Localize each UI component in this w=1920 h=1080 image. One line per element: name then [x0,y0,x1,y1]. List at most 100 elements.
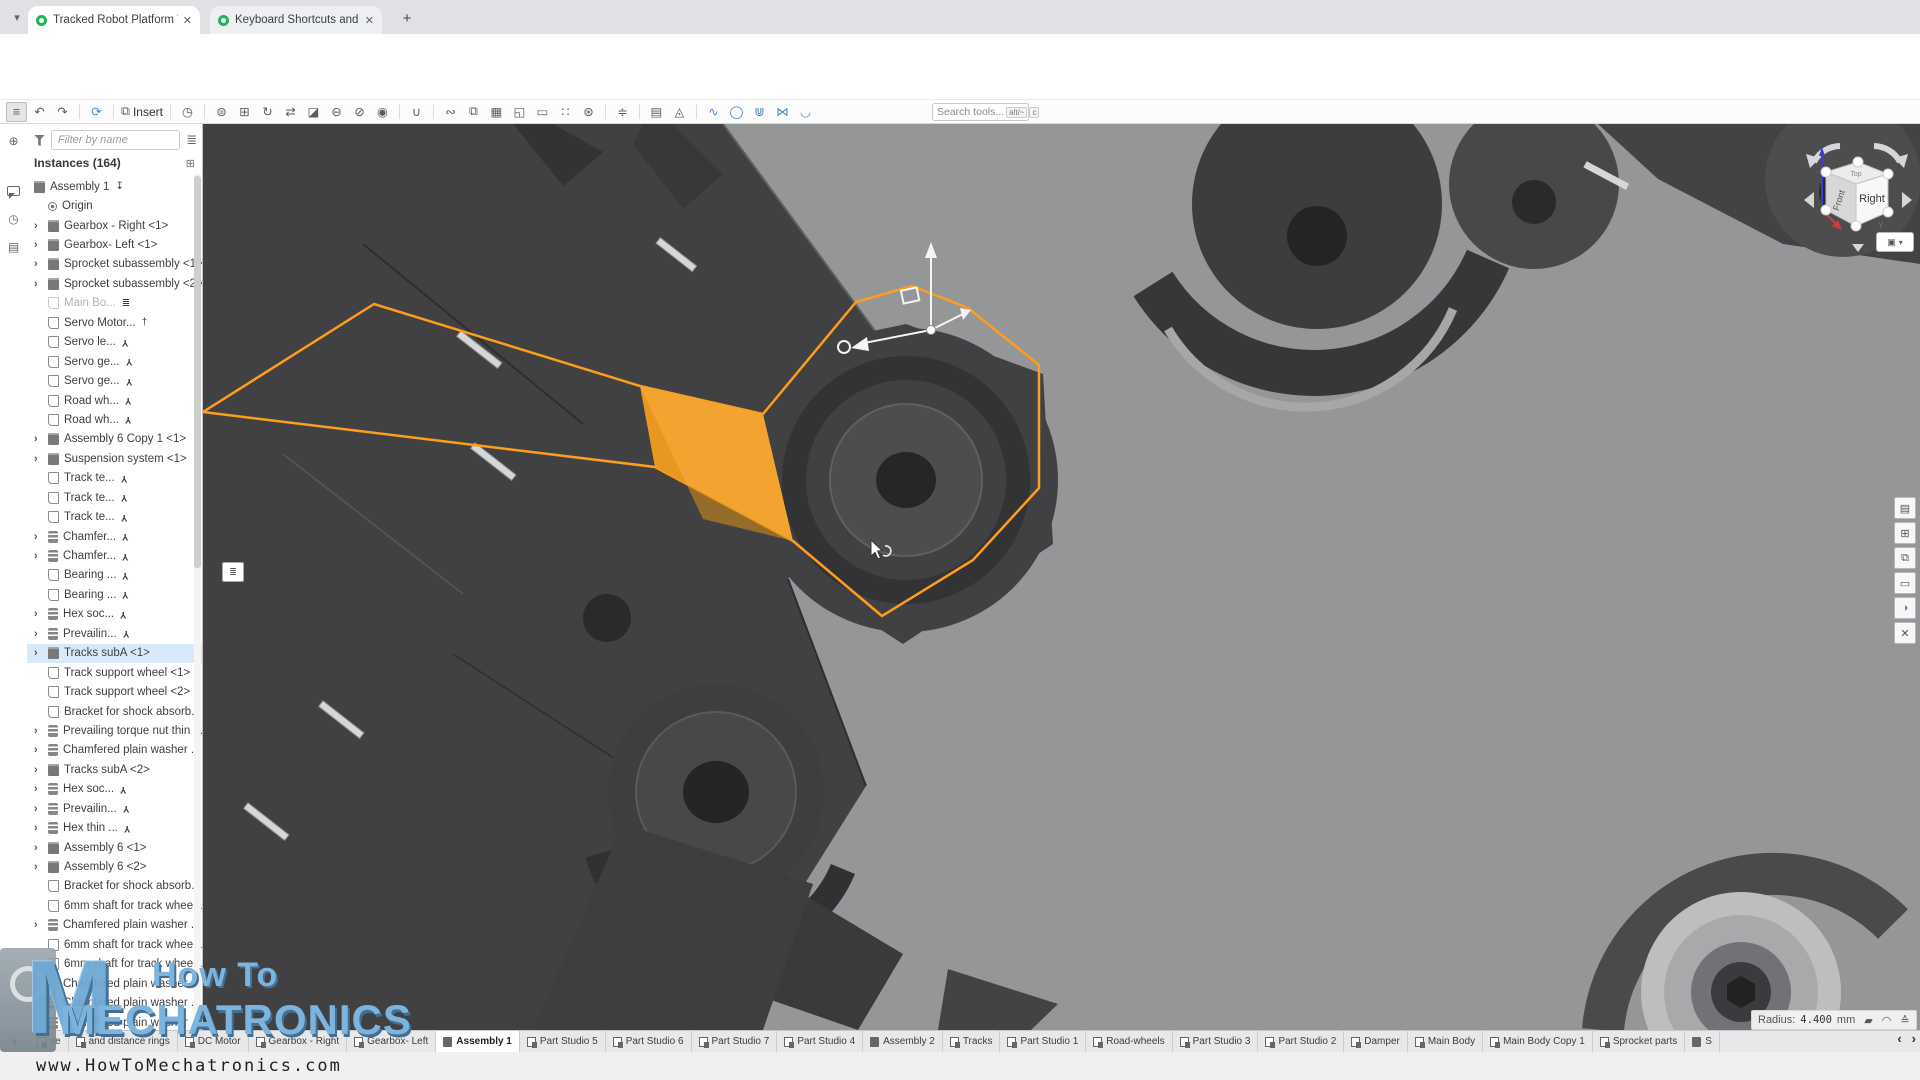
tree-row[interactable]: › Assembly 1 ↧ [27,177,202,196]
toolbar-button[interactable]: ⇄ [280,102,301,122]
tree-row[interactable]: › Hex soc... Y [27,605,202,624]
add-element-button[interactable]: + [0,1031,30,1052]
toolbar-button[interactable]: ▦ [486,102,507,122]
close-icon[interactable]: ✕ [365,14,374,27]
browser-tab-inactive[interactable]: Keyboard Shortcuts and Hotke ✕ [210,6,382,34]
expand-chevron-icon[interactable]: › [34,628,38,640]
element-tab[interactable]: Part Studio 7 [692,1031,778,1052]
toolbar-button[interactable]: ▭ [532,102,553,122]
tree-row[interactable]: › Track te... Y [27,488,202,507]
prev-tabs-icon[interactable]: ‹ [1897,1031,1901,1046]
tree-row[interactable]: › Chamfer... Y [27,546,202,565]
expand-chevron-icon[interactable]: › [34,647,38,659]
tree-row[interactable]: › Chamfered plain washer ... [27,974,202,993]
history-icon[interactable]: ◷ [5,210,22,227]
dock-button[interactable]: ✕ [1894,622,1916,644]
close-icon[interactable]: ✕ [183,14,192,27]
comments-icon[interactable] [5,182,22,199]
expand-chevron-icon[interactable]: › [34,978,38,990]
dock-button[interactable]: ⧉ [1894,547,1916,569]
tree-row[interactable]: › Hex soc... Y [27,780,202,799]
toolbar-button[interactable]: ≑ [612,102,633,122]
element-tab[interactable]: Assembly 1 [436,1031,520,1052]
tree-row[interactable]: › Chamfer... Y [27,527,202,546]
toolbar-button[interactable]: ◷ [177,102,198,122]
scrollbar-thumb[interactable] [194,176,201,568]
tree-row[interactable]: › Gearbox- Left <1> [27,235,202,254]
element-tab[interactable]: Part Studio 4 [777,1031,863,1052]
expand-chevron-icon[interactable]: › [34,239,38,251]
expand-chevron-icon[interactable]: › [34,453,38,465]
tree-row[interactable]: › Track support wheel <1> [27,663,202,682]
scale-icon[interactable]: ≙ [1900,1014,1909,1027]
tree-row[interactable]: › Bracket for shock absorb... [27,877,202,896]
tree-row[interactable]: › Origin [27,196,202,215]
toolbar-button[interactable]: ◬ [669,102,690,122]
tree-row[interactable]: › Chamfered plain washer ... [27,916,202,935]
expand-chevron-icon[interactable]: › [34,803,38,815]
tree-row[interactable]: › Servo ge... Y [27,371,202,390]
expand-chevron-icon[interactable]: › [34,997,38,1009]
tree-row[interactable]: › Prevailin... Y [27,799,202,818]
tree-row[interactable]: › Sprocket subassembly <2> [27,274,202,293]
expand-chevron-icon[interactable]: › [34,550,38,562]
list-options-icon[interactable]: ≣ [186,132,197,148]
toolbar-button[interactable]: ⊜ [211,102,232,122]
toolbar-button[interactable]: ⋈ [772,102,793,122]
toolbar-button[interactable]: ◯ [726,102,747,122]
toolbar-button[interactable]: ⊞ [234,102,255,122]
tree-row[interactable]: › Sprocket subassembly <1> [27,255,202,274]
tree-row[interactable]: › Prevailing torque nut thin ... [27,721,202,740]
tree-row[interactable]: › Assembly 6 <2> [27,857,202,876]
dock-button[interactable]: ⊞ [1894,522,1916,544]
toolbar-button[interactable]: ∷ [555,102,576,122]
tree-row[interactable]: › 6mm shaft for track whee... [27,955,202,974]
dock-button[interactable]: ▭ [1894,572,1916,594]
tree-row[interactable]: › Assembly 6 Copy 1 <1> [27,430,202,449]
expand-chevron-icon[interactable]: › [34,220,38,232]
tree-row[interactable]: › Servo ge... Y [27,352,202,371]
next-tabs-icon[interactable]: › [1912,1031,1916,1046]
toolbar-button[interactable]: ∿ [703,102,724,122]
tree-row[interactable]: › Road wh... Y [27,391,202,410]
clear-measure-icon[interactable]: ▰ [1864,1014,1872,1027]
element-tab[interactable]: Assembly 2 [863,1031,943,1052]
toolbar-button[interactable]: ⧉ [463,102,484,122]
filter-funnel-icon[interactable] [34,135,45,146]
expand-chevron-icon[interactable]: › [34,764,38,776]
toolbar-button[interactable]: ⊘ [349,102,370,122]
element-tab[interactable]: Sprocket parts [1593,1031,1685,1052]
tree-row[interactable]: › Chamfered plain washer ... [27,993,202,1012]
toolbar-button[interactable]: ↻ [257,102,278,122]
tree-row[interactable]: › Gearbox - Right <1> [27,216,202,235]
toolbar-button[interactable]: ∪ [406,102,427,122]
expand-chevron-icon[interactable]: › [34,258,38,270]
tree-row[interactable]: › Hex thin ... Y [27,818,202,837]
expand-chevron-icon[interactable]: › [34,725,38,737]
filter-input[interactable]: Filter by name [51,130,180,150]
toolbar-button[interactable]: ∾ [440,102,461,122]
element-tab[interactable]: Tracks [943,1031,1001,1052]
versions-icon[interactable]: ▤ [5,238,22,255]
search-tools-input[interactable]: Search tools... alt/~ c [932,103,1029,121]
element-tab[interactable]: and distance rings [69,1031,178,1052]
toolbar-button[interactable]: ▤ [646,102,667,122]
element-tab[interactable]: Part Studio 5 [520,1031,606,1052]
toolbar-button[interactable]: ⋓ [749,102,770,122]
tab-search-icon[interactable]: ▾ [8,8,26,26]
tree-row[interactable]: › Tracks subA <2> [27,760,202,779]
toolbar-button[interactable]: ≡ [6,102,27,122]
element-tab[interactable]: S [1685,1031,1720,1052]
element-tab[interactable]: Main Body [1408,1031,1483,1052]
selection-list-button[interactable]: ≣ [222,562,244,582]
element-tab[interactable]: Part Studio 3 [1173,1031,1259,1052]
toolbar-button[interactable]: ⟳ [86,102,107,122]
element-tab[interactable]: Gearbox - Right [249,1031,348,1052]
add-instance-icon[interactable]: ⊞ [186,157,195,170]
toolbar-button[interactable]: ◪ [303,102,324,122]
toolbar-button[interactable]: ⊖ [326,102,347,122]
element-tab[interactable]: Part Studio 2 [1258,1031,1344,1052]
tree-row[interactable]: › Tracks subA <1> [27,644,202,663]
tree-row[interactable]: › Prevailin... Y [27,624,202,643]
element-tab[interactable]: Road-wheels [1086,1031,1172,1052]
